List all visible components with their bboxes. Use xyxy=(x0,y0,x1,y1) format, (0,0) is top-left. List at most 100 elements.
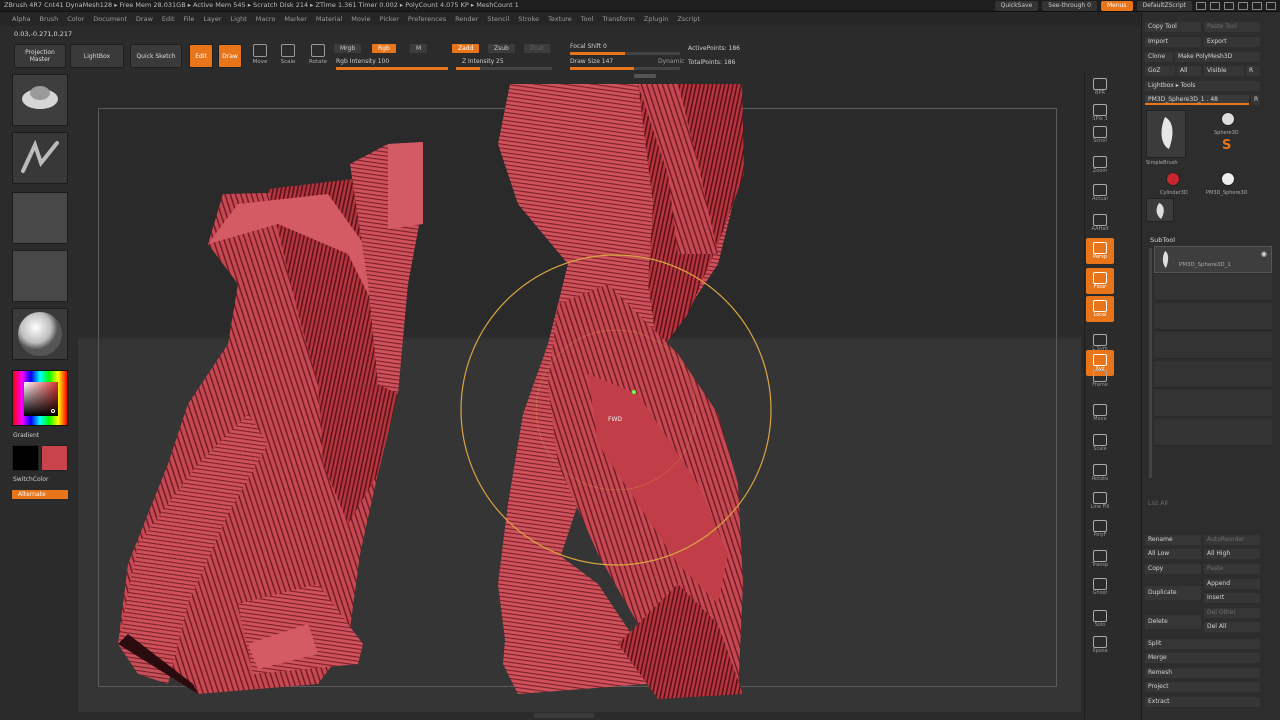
quicksave-button[interactable]: QuickSave xyxy=(994,1,1039,11)
menu-transform[interactable]: Transform xyxy=(602,15,634,23)
subtool-active-item[interactable]: PM3D_Sphere3D_1 ◉ xyxy=(1154,246,1272,273)
right-tray-floor-button[interactable]: Floor xyxy=(1086,268,1114,294)
menu-file[interactable]: File xyxy=(184,15,195,23)
zadd-toggle[interactable]: Zadd xyxy=(452,44,480,53)
menu-light[interactable]: Light xyxy=(231,15,247,23)
draw-button[interactable]: Draw xyxy=(218,44,242,68)
subtool-slot[interactable] xyxy=(1154,419,1272,446)
insert-button[interactable]: Insert xyxy=(1204,593,1260,603)
z-intensity-slider[interactable] xyxy=(456,67,552,70)
menu-texture[interactable]: Texture xyxy=(548,15,572,23)
right-tray-aahalf-button[interactable]: AAHalf xyxy=(1086,210,1114,236)
right-tray-solo-button[interactable]: Solo xyxy=(1086,606,1114,632)
right-tray-line-fill-button[interactable]: Line Fill xyxy=(1086,488,1114,514)
lock-icon[interactable] xyxy=(1224,2,1234,10)
switch-color-button[interactable]: SwitchColor xyxy=(13,476,49,483)
rgb-intensity-slider[interactable] xyxy=(336,67,448,70)
right-tray-scroll-button[interactable]: Scroll xyxy=(1086,122,1114,148)
subtool-slot[interactable] xyxy=(1154,361,1272,388)
color-picker-handle[interactable] xyxy=(51,409,55,413)
main-color-swatch[interactable] xyxy=(41,445,68,471)
menu-zscript[interactable]: Zscript xyxy=(677,15,700,23)
right-tray-bpr-button[interactable]: BPR xyxy=(1086,74,1114,100)
lightbox-tools-button[interactable]: Lightbox ▸ Tools xyxy=(1145,81,1260,91)
subtool-slot[interactable] xyxy=(1154,274,1272,301)
zcut-toggle[interactable]: Zcut xyxy=(524,44,550,53)
tool-thumb-pm3d-sphere3d-1[interactable] xyxy=(1146,198,1174,222)
color-picker[interactable] xyxy=(12,370,68,426)
tool-r-button[interactable]: R xyxy=(1251,95,1260,105)
subtool-slot[interactable] xyxy=(1154,303,1272,330)
menu-movie[interactable]: Movie xyxy=(351,15,370,23)
copy-tool-button[interactable]: Copy Tool xyxy=(1145,22,1201,32)
see-through-slider[interactable]: See-through 0 xyxy=(1042,1,1097,11)
dynamic-toggle[interactable]: Dynamic xyxy=(658,58,684,65)
append-button[interactable]: Append xyxy=(1204,579,1260,589)
texture-thumbnail[interactable] xyxy=(12,250,68,302)
remesh-button[interactable]: Remesh xyxy=(1145,668,1260,678)
right-tray-ghost-button[interactable]: Ghost xyxy=(1086,574,1114,600)
make-polymesh-button[interactable]: Make PolyMesh3D xyxy=(1175,52,1260,62)
menu-layer[interactable]: Layer xyxy=(203,15,221,23)
alpha-thumbnail[interactable] xyxy=(12,192,68,244)
right-tray-local-button[interactable]: Local xyxy=(1086,296,1114,322)
menu-alpha[interactable]: Alpha xyxy=(12,15,30,23)
layout-icon[interactable] xyxy=(1210,2,1220,10)
edit-button[interactable]: Edit xyxy=(189,44,213,68)
eye-icon[interactable]: ◉ xyxy=(1261,250,1267,258)
draw-size-slider[interactable] xyxy=(570,67,680,70)
right-tray-actual-button[interactable]: Actual xyxy=(1086,180,1114,206)
goz-visible-button[interactable]: Visible xyxy=(1204,66,1244,76)
right-tray-frame-button[interactable]: Frame xyxy=(1086,366,1114,392)
goz-r-button[interactable]: R xyxy=(1246,66,1260,76)
secondary-color-swatch[interactable] xyxy=(12,445,39,471)
shelf-collapse-handle[interactable] xyxy=(634,74,656,78)
gradient-label[interactable]: Gradient xyxy=(13,432,39,439)
minimize-icon[interactable] xyxy=(1238,2,1248,10)
projection-master-button[interactable]: Projection Master xyxy=(14,44,66,68)
stroke-thumbnail[interactable] xyxy=(12,132,68,184)
move-button[interactable]: Move xyxy=(248,44,272,70)
right-tray-zoom-button[interactable]: Zoom xyxy=(1086,152,1114,178)
subtool-slot[interactable] xyxy=(1154,332,1272,359)
export-button[interactable]: Export xyxy=(1204,37,1260,47)
del-all-button[interactable]: Del All xyxy=(1204,622,1260,632)
menu-document[interactable]: Document xyxy=(93,15,127,23)
brush-thumbnail[interactable] xyxy=(12,74,68,126)
merge-button[interactable]: Merge xyxy=(1145,653,1260,663)
menu-marker[interactable]: Marker xyxy=(284,15,306,23)
goz-all-button[interactable]: All xyxy=(1177,66,1201,76)
tool-thumb-simplebrush[interactable] xyxy=(1146,110,1186,158)
mrgb-toggle[interactable]: Mrgb xyxy=(334,44,362,53)
right-tray-xpose-button[interactable]: Xpose xyxy=(1086,632,1114,658)
bottom-tray-handle[interactable] xyxy=(534,713,594,718)
paste-button[interactable]: Paste xyxy=(1204,564,1260,574)
menu-color[interactable]: Color xyxy=(67,15,84,23)
menu-draw[interactable]: Draw xyxy=(136,15,153,23)
canvas-viewport[interactable]: FWD xyxy=(78,84,1081,712)
goz-button[interactable]: GoZ xyxy=(1145,66,1175,76)
m-toggle[interactable]: M xyxy=(410,44,428,53)
all-low-button[interactable]: All Low xyxy=(1145,549,1201,559)
tool-thumb-pm3d-sphere3d[interactable] xyxy=(1221,172,1235,186)
right-tray-transp-button[interactable]: Transp xyxy=(1086,546,1114,572)
menu-stroke[interactable]: Stroke xyxy=(518,15,539,23)
right-tray-persp-button[interactable]: Persp xyxy=(1086,238,1114,264)
rotate-button[interactable]: Rotate xyxy=(306,44,330,70)
list-all-button[interactable]: List All xyxy=(1148,500,1168,507)
menu-render[interactable]: Render xyxy=(455,15,478,23)
rename-button[interactable]: Rename xyxy=(1145,535,1201,545)
auto-reorder-button[interactable]: AutoReorder xyxy=(1204,535,1260,545)
quick-sketch-button[interactable]: Quick Sketch xyxy=(130,44,182,68)
menu-stencil[interactable]: Stencil xyxy=(487,15,509,23)
menu-tool[interactable]: Tool xyxy=(581,15,594,23)
right-tray-scale-button[interactable]: Scale xyxy=(1086,430,1114,456)
menu-preferences[interactable]: Preferences xyxy=(408,15,446,23)
menu-edit[interactable]: Edit xyxy=(162,15,175,23)
import-button[interactable]: Import xyxy=(1145,37,1201,47)
help-icon[interactable] xyxy=(1196,2,1206,10)
right-tray-rotate-button[interactable]: Rotate xyxy=(1086,460,1114,486)
menus-button[interactable]: Menus xyxy=(1100,1,1133,11)
subtool-slot[interactable] xyxy=(1154,390,1272,417)
maximize-icon[interactable] xyxy=(1252,2,1262,10)
